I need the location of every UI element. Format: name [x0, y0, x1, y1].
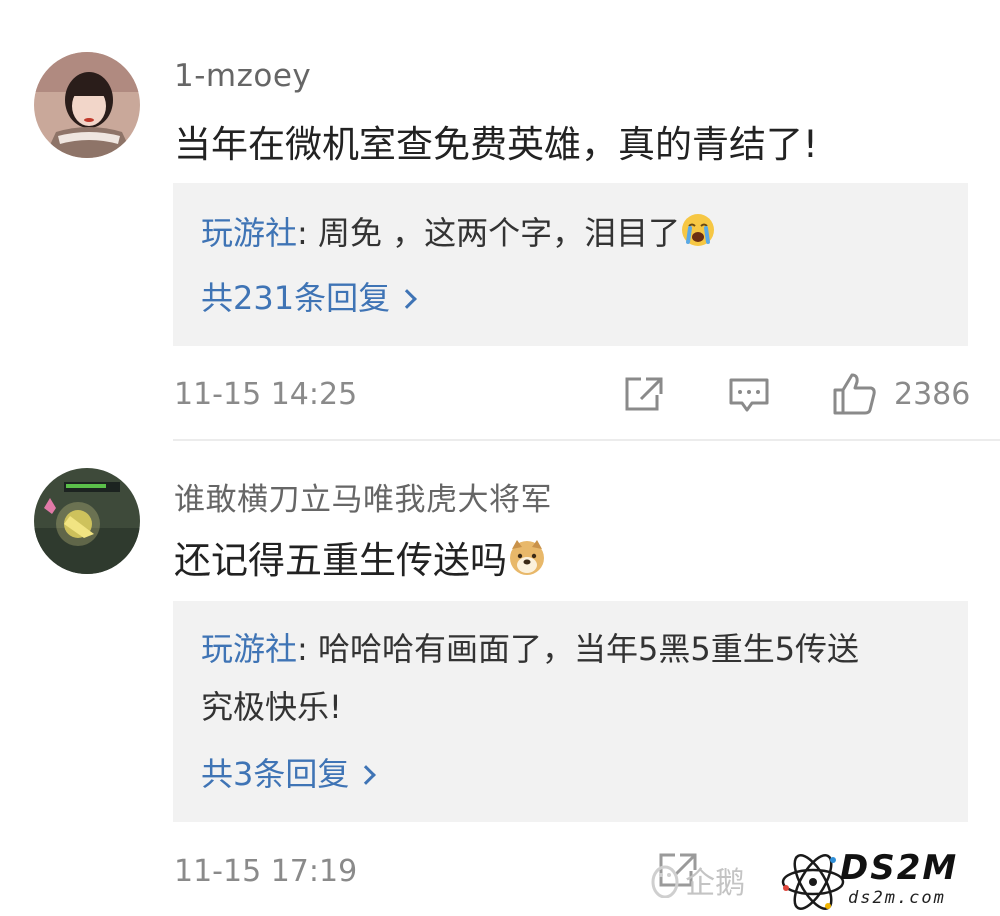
comment-text: 当年在微机室查免费英雄，真的青结了!	[174, 123, 818, 166]
comment-icon	[729, 378, 769, 412]
atom-logo-icon	[781, 854, 845, 910]
site-logo-text: DS2M	[840, 848, 959, 888]
like-count: 2386	[894, 377, 971, 412]
reply-separator: :	[297, 630, 318, 668]
penguin-logo-icon	[651, 865, 679, 899]
comment-timestamp: 11-15 14:25	[174, 377, 358, 412]
comment-button[interactable]	[728, 377, 770, 417]
reply-preview-box[interactable]: 玩游社: 哈哈哈有画面了，当年5黑5重生5传送 究极快乐! 共3条回复	[173, 601, 968, 822]
comment-item: 谁敢横刀立马唯我虎大将军 还记得五重生传送吗 玩游社: 哈哈哈有画面了，当年5黑…	[0, 440, 1000, 916]
reply-preview-box[interactable]: 玩游社: 周免 ，这两个字，泪目了 共231条回复	[173, 183, 968, 346]
reply-line: 究极快乐!	[201, 688, 342, 726]
thumbs-up-icon	[833, 373, 876, 415]
site-url-text: ds2m.com	[848, 888, 946, 908]
view-replies-link[interactable]: 共231条回复	[201, 273, 417, 319]
reply-line: 玩游社: 哈哈哈有画面了，当年5黑5重生5传送	[201, 625, 940, 673]
share-icon	[625, 377, 663, 411]
comment-username[interactable]: 谁敢横刀立马唯我虎大将军	[174, 474, 552, 519]
comment-text: 还记得五重生传送吗	[174, 530, 547, 586]
penguin-watermark: 企鹅	[650, 858, 745, 902]
penguin-watermark-label: 企鹅	[685, 866, 746, 901]
reply-line: 玩游社: 周免 ，这两个字，泪目了	[201, 209, 940, 261]
comment-item: 1-mzoey 当年在微机室查免费英雄，真的青结了! 玩游社: 周免 ，这两个字…	[0, 0, 1000, 440]
comment-username[interactable]: 1-mzoey	[174, 58, 311, 94]
share-button[interactable]	[624, 376, 664, 416]
chevron-right-icon	[397, 289, 417, 309]
comment-text-content: 还记得五重生传送吗	[174, 539, 507, 582]
doge-emoji-icon	[507, 537, 547, 586]
crying-face-emoji-icon	[680, 212, 716, 261]
like-button[interactable]	[832, 372, 878, 420]
reply-separator: :	[297, 214, 318, 252]
chevron-right-icon	[356, 765, 377, 785]
view-replies-link[interactable]: 共3条回复	[201, 749, 377, 795]
user-avatar-image	[34, 468, 140, 574]
reply-author-link[interactable]: 玩游社	[201, 214, 297, 252]
reply-text: 周免 ，这两个字，泪目了	[317, 214, 681, 252]
comment-timestamp: 11-15 17:19	[174, 854, 358, 889]
reply-count-label: 共231条回复	[201, 279, 391, 317]
site-watermark: DS2M ds2m.com	[778, 848, 990, 912]
avatar[interactable]	[34, 468, 140, 574]
reply-author-link[interactable]: 玩游社	[201, 630, 297, 668]
reply-count-label: 共3条回复	[201, 755, 350, 793]
reply-text: 哈哈哈有画面了，当年5黑5重生5传送	[317, 630, 860, 668]
user-avatar-image	[34, 52, 140, 158]
avatar[interactable]	[34, 52, 140, 158]
